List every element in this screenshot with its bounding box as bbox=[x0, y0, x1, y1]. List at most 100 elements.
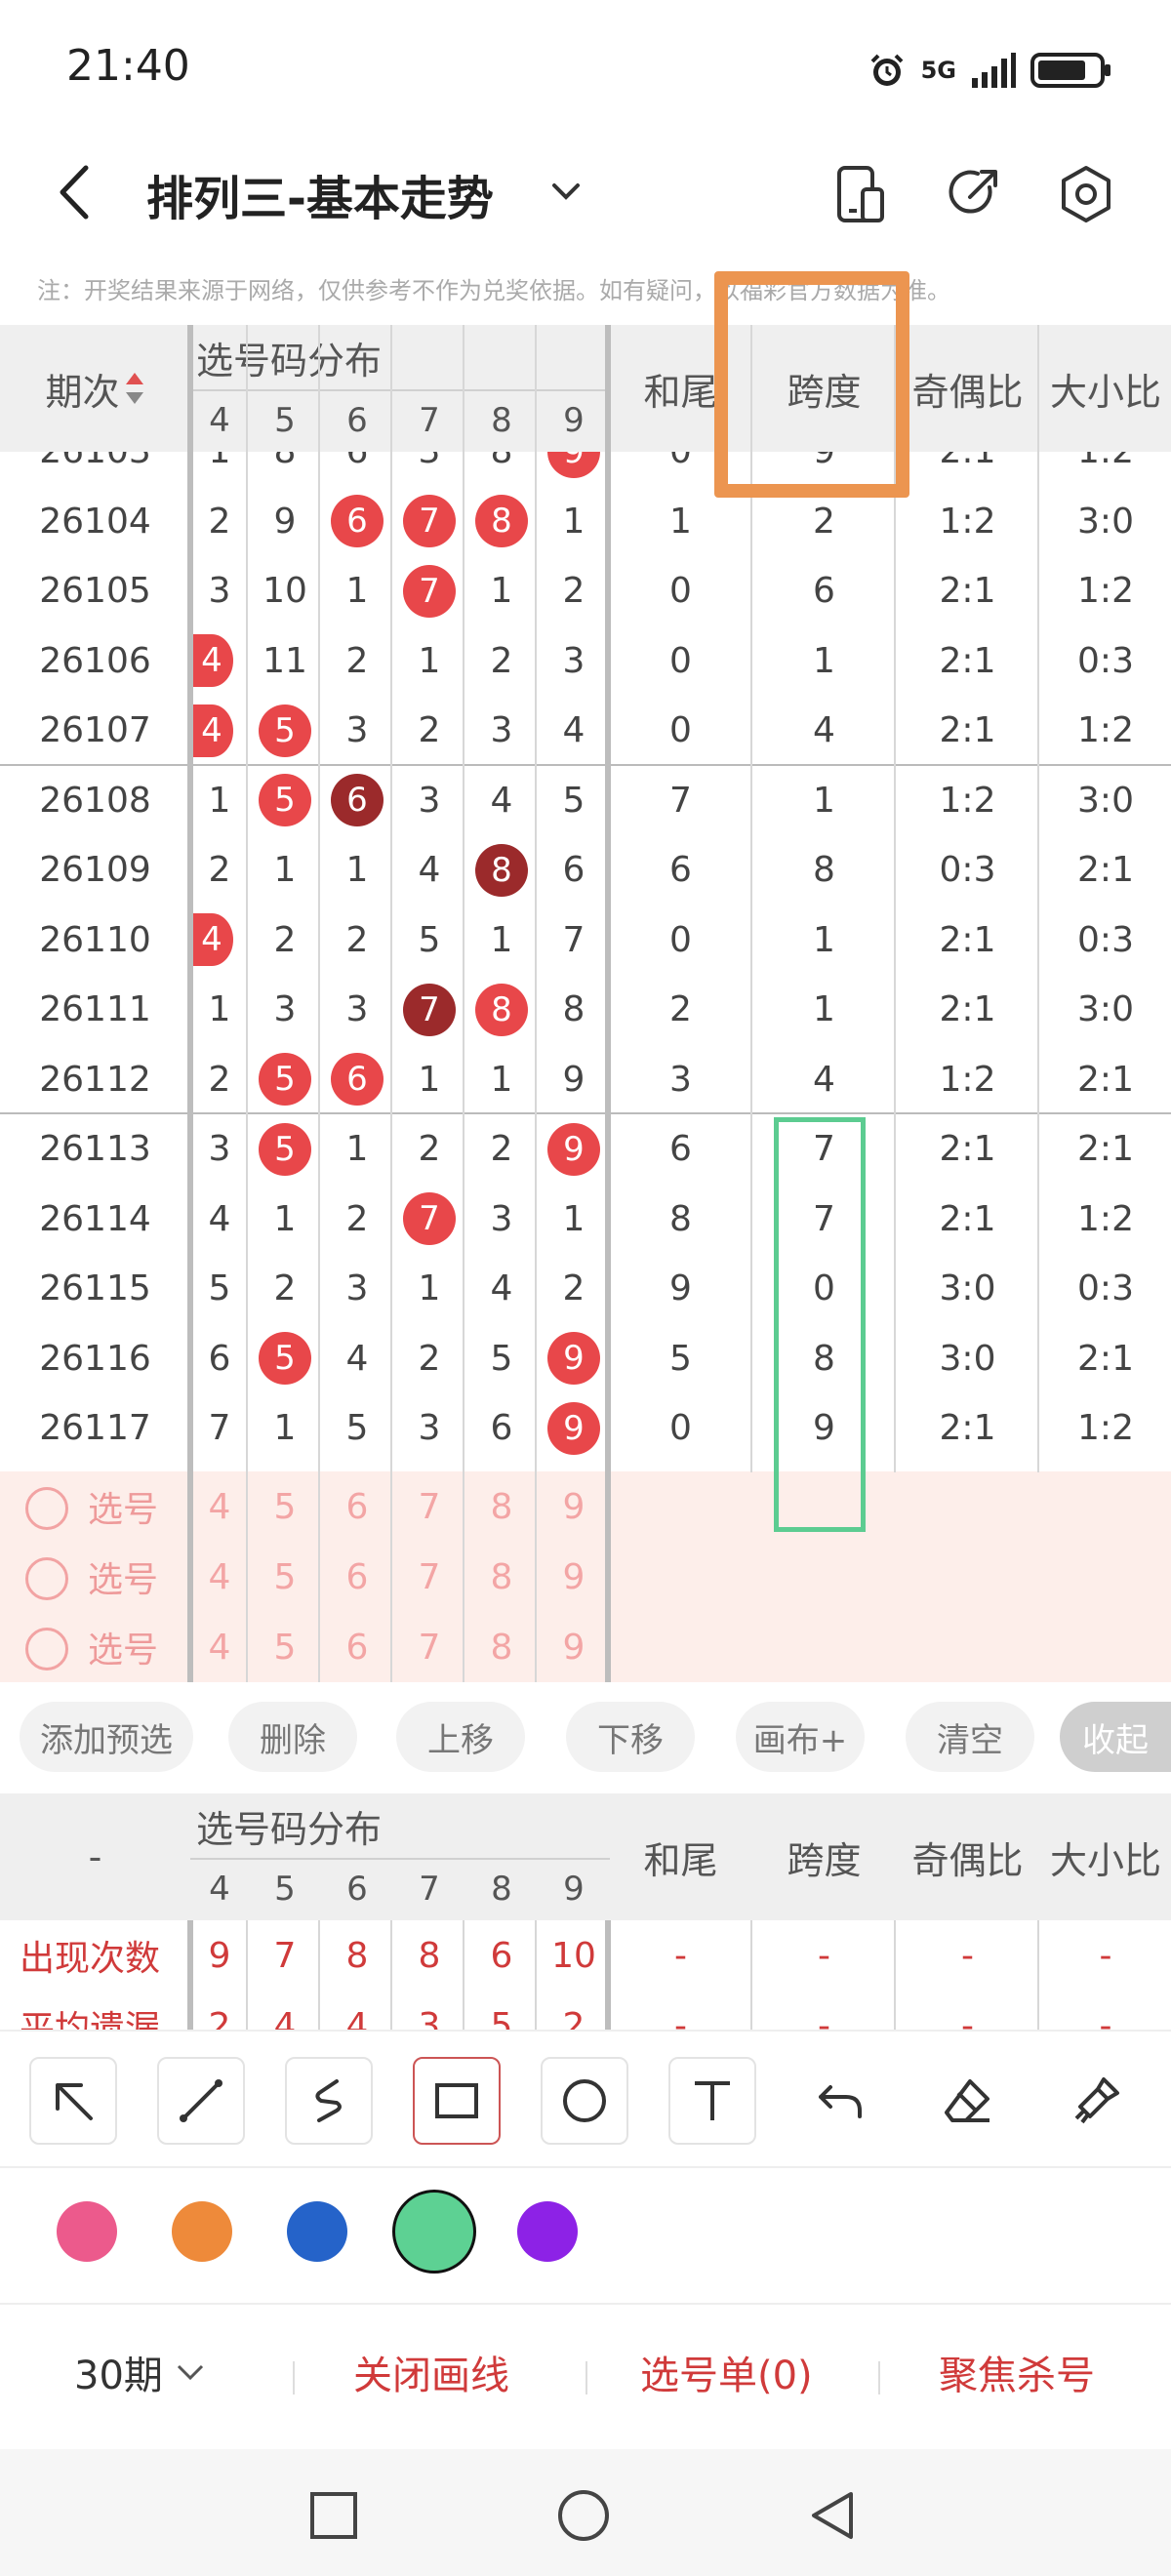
chevron-down-icon[interactable] bbox=[546, 172, 586, 211]
odd-even-cell: 2:1 bbox=[939, 1198, 996, 1239]
odd-even-cell: 2:1 bbox=[939, 1129, 996, 1170]
pick-digit[interactable]: 4 bbox=[190, 1471, 249, 1542]
digit-cell: 7 bbox=[393, 1185, 465, 1255]
digit-cell: 1 bbox=[490, 919, 513, 960]
back-arrow-icon[interactable] bbox=[49, 158, 107, 226]
arrow-tool[interactable] bbox=[29, 2057, 117, 2145]
pick-digit[interactable]: 9 bbox=[538, 1471, 610, 1542]
digit-cell: 3 bbox=[562, 640, 586, 681]
settings-icon[interactable] bbox=[1052, 160, 1120, 228]
digit-cell: 1 bbox=[490, 1059, 513, 1100]
digit-cell: 1 bbox=[273, 1198, 297, 1239]
close-lines-button[interactable]: 关闭画线 bbox=[353, 2344, 509, 2400]
pick-row[interactable]: 选号 4 5 6 7 8 9 bbox=[0, 1612, 1171, 1682]
pick-row[interactable]: 选号 4 5 6 7 8 9 bbox=[0, 1471, 1171, 1542]
curve-tool[interactable] bbox=[285, 2057, 373, 2145]
pick-digit[interactable]: 5 bbox=[249, 1471, 321, 1542]
color-swatch-pink[interactable] bbox=[57, 2201, 117, 2262]
pick-digit[interactable]: 7 bbox=[393, 1542, 465, 1612]
digit-cell: 1 bbox=[190, 452, 249, 487]
column-divider bbox=[318, 325, 320, 1682]
pick-digit[interactable]: 4 bbox=[190, 1542, 249, 1612]
pick-digit[interactable]: 8 bbox=[465, 1471, 538, 1542]
hit-ball: 7 bbox=[403, 564, 456, 618]
recent-apps-icon[interactable] bbox=[308, 2490, 359, 2541]
period-select[interactable]: 30期 bbox=[74, 2344, 208, 2400]
action-button[interactable]: 收起 bbox=[1060, 1702, 1171, 1772]
digit-cell: 2 bbox=[418, 1338, 441, 1379]
undo-icon bbox=[819, 2085, 862, 2118]
table-row: 26116 6 5 4 2 5 9 5 8 3:0 2:1 bbox=[0, 1324, 1171, 1394]
summary-digit-header: 5 bbox=[274, 1870, 296, 1909]
pick-row[interactable]: 选号 4 5 6 7 8 9 bbox=[0, 1542, 1171, 1612]
hit-ball: 6 bbox=[331, 495, 384, 548]
digit-cell: 4 bbox=[562, 710, 586, 751]
pick-list-button[interactable]: 选号单(0) bbox=[640, 2344, 813, 2400]
digit-cell: 3 bbox=[418, 1408, 441, 1449]
pick-digit[interactable]: 7 bbox=[393, 1471, 465, 1542]
action-button[interactable]: 下移 bbox=[566, 1702, 695, 1772]
pick-digit[interactable]: 5 bbox=[249, 1612, 321, 1682]
pick-digit[interactable]: 8 bbox=[465, 1612, 538, 1682]
pick-radio[interactable] bbox=[25, 1557, 68, 1600]
summary-value: 2 bbox=[562, 2005, 586, 2031]
drawn-rectangle-green[interactable] bbox=[774, 1117, 866, 1532]
line-tool[interactable] bbox=[157, 2057, 245, 2145]
pick-digit[interactable]: 9 bbox=[538, 1612, 610, 1682]
focus-kill-button[interactable]: 聚焦杀号 bbox=[939, 2344, 1095, 2400]
pick-digit[interactable]: 4 bbox=[190, 1612, 249, 1682]
period-header[interactable]: 期次 bbox=[0, 325, 190, 452]
color-swatch-purple[interactable] bbox=[517, 2201, 578, 2262]
hewei-cell: 0 bbox=[669, 919, 692, 960]
eraser-tool[interactable] bbox=[924, 2057, 1012, 2145]
summary-value: - bbox=[1099, 2005, 1112, 2031]
pick-digit[interactable]: 6 bbox=[321, 1542, 393, 1612]
summary-value: 3 bbox=[418, 2005, 441, 2031]
big-small-cell: 1:2 bbox=[1077, 1198, 1134, 1239]
pick-digit[interactable]: 5 bbox=[249, 1542, 321, 1612]
pick-digit[interactable]: 6 bbox=[321, 1471, 393, 1542]
page-title[interactable]: 排列三-基本走势 bbox=[146, 160, 494, 228]
odd-even-cell: 2:1 bbox=[939, 989, 996, 1030]
action-button[interactable]: 添加预选 bbox=[20, 1702, 193, 1772]
bottom-action-bar: 30期 关闭画线 选号单(0) 聚焦杀号 bbox=[0, 2303, 1171, 2439]
color-swatch-orange[interactable] bbox=[172, 2201, 232, 2262]
pick-radio[interactable] bbox=[25, 1487, 68, 1530]
column-divider bbox=[187, 325, 193, 1682]
clear-tool[interactable] bbox=[1052, 2057, 1140, 2145]
action-button[interactable]: 删除 bbox=[228, 1702, 357, 1772]
odd-even-cell: 3:0 bbox=[939, 1268, 996, 1309]
period-cell: 26105 bbox=[39, 571, 151, 612]
home-icon[interactable] bbox=[556, 2488, 611, 2543]
broom-icon bbox=[1074, 2077, 1119, 2124]
table-row: 26107 4 5 3 2 3 4 0 4 2:1 1:2 bbox=[0, 696, 1171, 766]
action-button[interactable]: 上移 bbox=[396, 1702, 525, 1772]
digit-cell: 7 bbox=[393, 556, 465, 626]
table-digit-header: 6 bbox=[346, 401, 368, 440]
drawn-rectangle-orange[interactable] bbox=[714, 271, 909, 498]
rectangle-tool[interactable] bbox=[413, 2057, 501, 2145]
phone-layout-icon[interactable] bbox=[826, 160, 894, 228]
big-small-header: 大小比 bbox=[1049, 370, 1161, 414]
undo-tool[interactable] bbox=[796, 2057, 884, 2145]
summary-value: - bbox=[818, 1935, 830, 1976]
color-swatch-blue[interactable] bbox=[287, 2201, 347, 2262]
digit-cell: 2 bbox=[562, 1268, 586, 1309]
circle-tool[interactable] bbox=[541, 2057, 628, 2145]
back-icon[interactable] bbox=[806, 2488, 861, 2543]
color-swatch-green[interactable] bbox=[392, 2190, 476, 2274]
digit-cell: 2 bbox=[562, 571, 586, 612]
share-icon[interactable] bbox=[939, 160, 1007, 228]
text-tool[interactable] bbox=[668, 2057, 756, 2145]
pick-digit[interactable]: 6 bbox=[321, 1612, 393, 1682]
pick-digit[interactable]: 8 bbox=[465, 1542, 538, 1612]
table-row: 26103186389092:11:2 bbox=[0, 452, 1171, 487]
big-small-cell: 2:1 bbox=[1077, 850, 1134, 891]
pick-radio[interactable] bbox=[25, 1628, 68, 1670]
pick-digit[interactable]: 9 bbox=[538, 1542, 610, 1612]
action-button[interactable]: 清空 bbox=[906, 1702, 1034, 1772]
action-button[interactable]: 画布+ bbox=[736, 1702, 865, 1772]
pick-digit[interactable]: 7 bbox=[393, 1612, 465, 1682]
kuadu-cell: 1 bbox=[813, 640, 835, 681]
kuadu-cell: 4 bbox=[813, 710, 835, 751]
